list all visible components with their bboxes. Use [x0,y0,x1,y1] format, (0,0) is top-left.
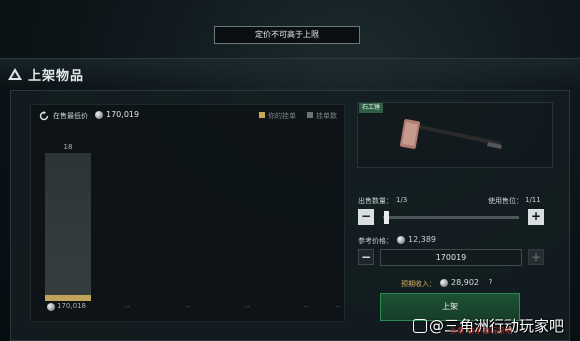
legend-swatch-orders [307,112,313,118]
stonemason-hammer-image [400,119,502,149]
page-header: 上架物品 [0,58,580,88]
price-input[interactable] [380,249,522,266]
x-tick-placeholder: -- [125,303,131,311]
coin-icon [95,111,103,119]
price-increase-button[interactable]: + [528,249,544,265]
chart-bar-orders [45,153,91,301]
lowest-price-value: 170,019 [106,110,140,119]
x-tick-placeholder: -- [335,303,341,311]
price-chart: 在售最低价 170,019 你的挂单 挂单数 18 170,018 -- -- … [30,104,345,322]
refresh-icon[interactable] [39,111,49,121]
quantity-label: 出售数量： [358,197,393,205]
chart-bar-mine [45,295,91,301]
warning-triangle-icon [8,68,22,80]
x-tick-label: 170,018 [57,302,86,310]
x-tick-placeholder: -- [245,303,251,311]
lowest-price-label: 在售最低价 [53,112,88,120]
reference-price-value: 12,389 [408,235,436,244]
legend-your-orders: 你的挂单 [268,112,296,120]
price-limit-toast: 定价不可高于上限 [214,26,360,44]
bar-count-label: 18 [63,143,73,151]
quantity-value: 1/3 [396,196,408,204]
quantity-decrease-button[interactable]: − [358,209,374,225]
quantity-slider[interactable] [383,216,519,219]
expected-income-label: 预期收入： [401,280,436,288]
watermark-subtext: 头条 @手游玩家吧 [450,327,513,335]
item-name-tag: 石工锤 [359,103,384,113]
x-tick-placeholder: -- [303,303,309,311]
legend-swatch-mine [259,112,265,118]
coin-icon [397,236,405,244]
page-title: 上架物品 [28,69,85,84]
quantity-increase-button[interactable]: + [528,209,544,225]
quantity-slider-thumb[interactable] [383,211,389,224]
expected-income-value: 28,902 [451,278,479,287]
coin-icon [47,303,55,311]
help-icon[interactable]: ? [486,278,495,287]
slot-usage-value: 1/11 [525,196,541,204]
slot-usage-label: 使用售位： [488,197,523,205]
legend-order-count: 挂单数 [316,112,337,120]
x-tick-placeholder: -- [185,303,191,311]
price-decrease-button[interactable]: − [358,249,374,265]
coin-icon [440,279,448,287]
reference-price-label: 参考价格： [358,237,393,245]
weibo-logo-icon [413,319,427,333]
